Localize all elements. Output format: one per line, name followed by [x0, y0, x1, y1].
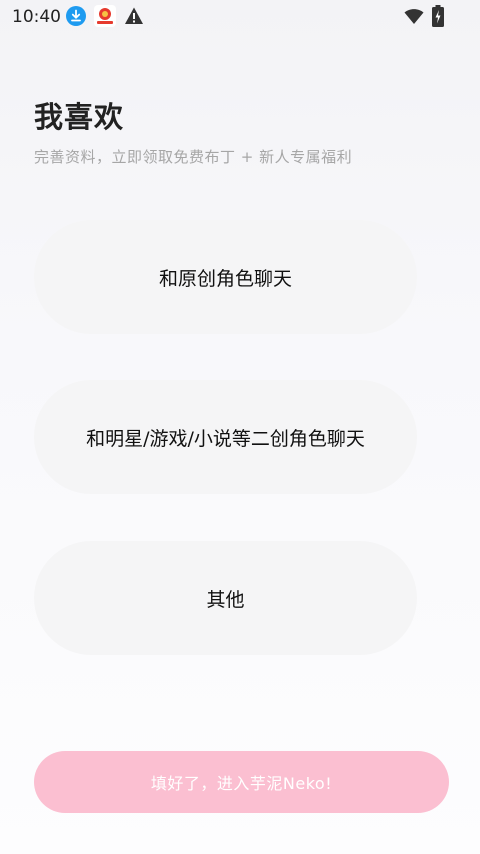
app-icon: [94, 5, 116, 27]
download-icon: [66, 6, 86, 26]
wifi-icon: [404, 9, 424, 24]
option-fan-character-chat[interactable]: 和明星/游戏/小说等二创角色聊天: [34, 380, 417, 494]
option-original-character-chat[interactable]: 和原创角色聊天: [34, 220, 417, 334]
option-label: 其他: [206, 588, 245, 611]
page-title: 我喜欢: [34, 100, 125, 134]
battery-icon: [432, 5, 444, 27]
status-time: 10:40: [12, 7, 61, 27]
option-other[interactable]: 其他: [34, 541, 417, 655]
status-bar: 10:40: [0, 0, 480, 34]
page-subtitle: 完善资料，立即领取免费布丁 + 新人专属福利: [34, 148, 353, 166]
warning-icon: [125, 7, 143, 24]
option-label: 和明星/游戏/小说等二创角色聊天: [86, 427, 365, 450]
submit-button[interactable]: 填好了，进入芋泥Neko!: [34, 751, 449, 813]
option-label: 和原创角色聊天: [158, 267, 292, 290]
